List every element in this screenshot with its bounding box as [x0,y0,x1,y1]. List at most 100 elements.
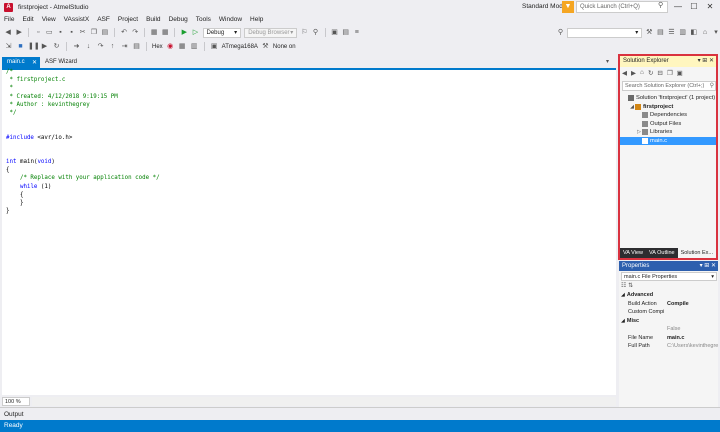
alphabetical-icon[interactable]: ⇅ [628,283,633,289]
properties-object-select[interactable]: main.c File Properties ▾ [621,272,717,281]
menu-asf[interactable]: ASF [97,16,110,23]
code-line[interactable] [6,150,160,158]
categorized-icon[interactable]: ☷ [621,283,626,289]
menu-help[interactable]: Help [250,16,263,23]
home-icon[interactable]: ⌂ [640,69,644,79]
debug-browser-select[interactable]: Debug Browser ▾ [244,27,298,38]
code-line[interactable]: */ [6,109,160,117]
bookmark-icon[interactable]: ⚐ [300,28,308,37]
code-line[interactable]: /* [6,68,160,76]
panel-buttons[interactable]: ▾ ⊞ ✕ [698,57,714,64]
tree-item[interactable]: ◢ firstproject [620,103,716,112]
tab-va-view[interactable]: VA View [620,248,646,258]
disassembly-icon[interactable]: ▤ [132,42,141,51]
new-file-icon[interactable]: ▫ [34,28,42,37]
code-line[interactable]: { [6,166,160,174]
code-line[interactable]: while (1) [6,183,160,191]
breakpoints-icon[interactable]: ◉ [166,42,175,51]
toggle-icon[interactable]: ▣ [330,28,338,37]
menu-file[interactable]: File [4,16,14,23]
forward-icon[interactable]: ▶ [631,69,636,79]
sync-icon[interactable]: ↻ [648,69,653,79]
start-page-icon[interactable]: ⌂ [701,28,709,37]
code-line[interactable]: } [6,207,160,215]
zoom-select[interactable]: 100 % [2,397,30,406]
io-view-icon[interactable]: ▥ [190,42,199,51]
property-row[interactable]: Build Action Compile [619,300,718,309]
comment-icon[interactable]: ≡ [353,28,361,37]
solution-explorer-icon[interactable]: ▤ [656,28,664,37]
search-icon[interactable]: ⚲ [658,1,663,9]
property-category[interactable]: ◢ Misc [619,317,718,326]
continue-icon[interactable]: ▶ [40,42,49,51]
copy-icon[interactable]: ❐ [90,28,98,37]
code-line[interactable]: /* Replace with your application code */ [6,174,160,182]
cut-icon[interactable]: ✂ [79,28,87,37]
menu-debug[interactable]: Debug [169,16,188,23]
tool-label[interactable]: None on [273,44,296,50]
device-programming-icon[interactable]: ▤ [342,28,350,37]
paste-icon[interactable]: ▤ [101,28,109,37]
menu-vassistx[interactable]: VAssistX [64,16,90,23]
rebuild-icon[interactable]: ▦ [161,28,169,37]
menu-project[interactable]: Project [118,16,138,23]
menu-tools[interactable]: Tools [196,16,211,23]
configuration-select[interactable]: Debug ▾ [202,27,242,38]
code-line[interactable]: } [6,199,160,207]
horizontal-scrollbar[interactable] [32,397,616,406]
hex-toggle[interactable]: Hex [152,44,163,50]
property-row[interactable]: Full Path C:\Users\kevinthegre [619,342,718,351]
menu-edit[interactable]: Edit [22,16,33,23]
step-icon[interactable]: ⇲ [4,42,13,51]
memory-icon[interactable]: ▦ [178,42,187,51]
menu-window[interactable]: Window [219,16,242,23]
search-icon[interactable]: ⚲ [710,82,714,89]
show-next-statement-icon[interactable]: ➜ [72,42,81,51]
code-line[interactable] [6,125,160,133]
close-tab-icon[interactable]: ✕ [32,59,37,66]
extension-icon[interactable]: ◧ [690,28,698,37]
minimize-button[interactable]: — [672,2,684,12]
properties-icon[interactable]: ☰ [668,28,676,37]
tab-va-outline[interactable]: VA Outline [646,248,678,258]
toolbox-icon[interactable]: ▥ [679,28,687,37]
code-line[interactable]: #include <avr/io.h> [6,134,160,142]
start-without-debugging-icon[interactable]: ▷ [191,28,199,37]
run-to-cursor-icon[interactable]: ⇥ [120,42,129,51]
code-line[interactable]: int main(void) [6,158,160,166]
find-combo[interactable]: ▾ [567,27,643,38]
property-value[interactable]: False [667,326,680,332]
back-icon[interactable]: ◀ [4,28,12,37]
panel-buttons[interactable]: ▾ ⊞ ✕ [700,262,716,269]
output-tab[interactable]: Output [0,407,720,420]
tab-main-c[interactable]: main.c ✕ [2,57,40,68]
property-row[interactable]: File Name main.c [619,334,718,343]
options-icon[interactable]: ▾ [712,28,720,37]
step-out-icon[interactable]: ↑ [108,42,117,51]
back-icon[interactable]: ◀ [622,69,627,79]
tree-item[interactable]: Dependencies [620,111,716,120]
solution-explorer-search[interactable]: Search Solution Explorer (Ctrl+;) ⚲ [622,81,716,91]
property-category[interactable]: ◢ Advanced [619,291,718,300]
collapse-all-icon[interactable]: ⊟ [657,69,662,79]
step-into-icon[interactable]: ↓ [84,42,93,51]
forward-icon[interactable]: ▶ [15,28,23,37]
code-content[interactable]: /* * firstproject.c * * Created: 4/12/20… [6,68,160,215]
menu-build[interactable]: Build [146,16,160,23]
step-over-icon[interactable]: ↷ [96,42,105,51]
maximize-button[interactable]: ☐ [688,2,700,12]
redo-icon[interactable]: ↷ [131,28,139,37]
code-line[interactable]: * Author : kevinthegrey [6,101,160,109]
stop-debugging-icon[interactable]: ■ [16,42,25,51]
tree-item[interactable]: main.c [620,136,716,145]
property-row[interactable]: False [619,325,718,334]
close-button[interactable]: ✕ [704,2,716,12]
build-icon[interactable]: ▦ [150,28,158,37]
tree-item[interactable]: Solution 'firstproject' (1 project) [620,94,716,103]
properties-icon[interactable]: ▣ [677,69,683,79]
menu-view[interactable]: View [42,16,56,23]
code-editor[interactable]: /* * firstproject.c * * Created: 4/12/20… [2,68,616,395]
tree-item[interactable]: ▷ Libraries [620,128,716,137]
filter-icon[interactable]: ▼ [562,1,574,13]
tab-dropdown-icon[interactable]: ▾ [606,58,609,65]
